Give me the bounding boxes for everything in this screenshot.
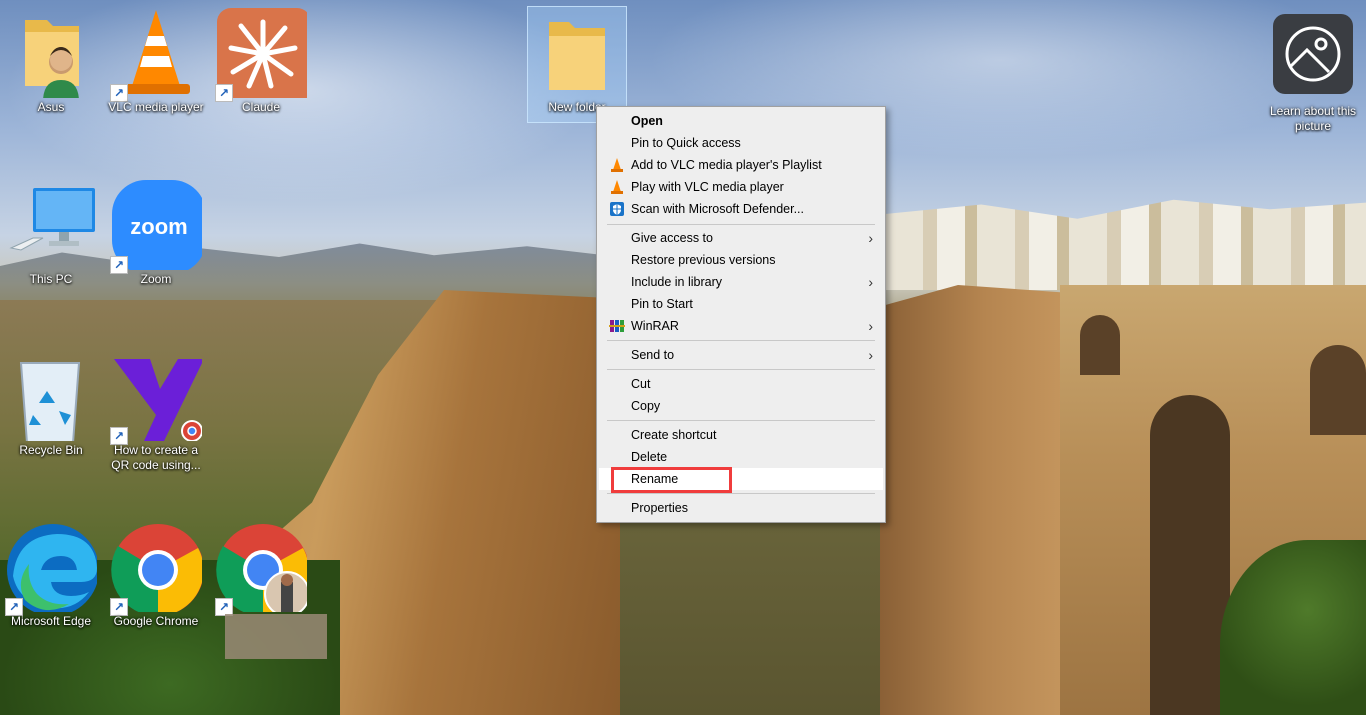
desktop-icon-label: This PC — [29, 272, 73, 286]
vlc-cone-icon — [611, 158, 623, 172]
desktop-icon-claude[interactable]: ↗ Claude — [211, 0, 311, 120]
menu-item-restore-versions[interactable]: Restore previous versions — [599, 249, 883, 271]
chevron-right-icon: › — [868, 347, 873, 363]
folder-icon — [549, 22, 605, 90]
desktop-icon-label: Google Chrome — [113, 614, 199, 628]
menu-item-pin-start[interactable]: Pin to Start — [599, 293, 883, 315]
menu-item-properties[interactable]: Properties — [599, 497, 883, 519]
desktop-icon-label: VLC media player — [108, 100, 204, 114]
context-menu: Open Pin to Quick access Add to VLC medi… — [596, 106, 886, 523]
menu-item-cut[interactable]: Cut — [599, 373, 883, 395]
menu-item-play-vlc[interactable]: Play with VLC media player — [599, 176, 883, 198]
defender-shield-icon — [610, 202, 624, 216]
learn-about-picture[interactable]: Learn about this picture — [1266, 14, 1360, 134]
menu-label: Include in library — [631, 275, 723, 289]
blurred-label — [225, 614, 327, 659]
desktop-icon-chrome[interactable]: ↗ Google Chrome — [106, 514, 206, 634]
menu-separator — [607, 420, 875, 421]
menu-label: Add to VLC media player's Playlist — [631, 158, 822, 172]
menu-item-include-library[interactable]: Include in library › — [599, 271, 883, 293]
chevron-right-icon: › — [868, 318, 873, 334]
winrar-books-icon — [609, 320, 625, 332]
menu-label: Properties — [631, 501, 688, 515]
menu-item-delete[interactable]: Delete — [599, 446, 883, 468]
menu-item-scan-defender[interactable]: Scan with Microsoft Defender... — [599, 198, 883, 220]
desktop-icon-qr-shortcut[interactable]: ↗ How to create a QR code using... — [106, 343, 206, 472]
menu-label: Create shortcut — [631, 428, 717, 442]
menu-separator — [607, 340, 875, 341]
menu-label: Pin to Quick access — [631, 136, 741, 150]
rename-highlight-box — [611, 467, 732, 493]
menu-label: Scan with Microsoft Defender... — [631, 202, 804, 216]
menu-item-add-vlc-playlist[interactable]: Add to VLC media player's Playlist — [599, 154, 883, 176]
menu-item-give-access[interactable]: Give access to › — [599, 227, 883, 249]
desktop-icon-zoom[interactable]: zoom ↗ Zoom — [106, 172, 206, 292]
recycle-bin-icon — [19, 362, 81, 441]
desktop-icon-edge[interactable]: ↗ Microsoft Edge — [1, 514, 101, 634]
desktop-icon-this-pc[interactable]: This PC — [1, 172, 101, 292]
desktop-icon-recycle-bin[interactable]: Recycle Bin — [1, 343, 101, 463]
menu-item-create-shortcut[interactable]: Create shortcut — [599, 424, 883, 446]
menu-item-pin-quick-access[interactable]: Pin to Quick access — [599, 132, 883, 154]
menu-item-send-to[interactable]: Send to › — [599, 344, 883, 366]
desktop-icon-label: How to create a QR code using... — [111, 443, 201, 472]
camera-pin-icon — [1285, 26, 1341, 82]
desktop-icon-vlc[interactable]: ↗ VLC media player — [106, 0, 206, 120]
zoom-logo-text: zoom — [130, 214, 187, 239]
desktop-icon-label: Zoom — [140, 272, 172, 286]
menu-label: Send to — [631, 348, 675, 362]
vlc-cone-icon — [611, 180, 623, 194]
desktop-icon-label: Asus — [37, 100, 65, 114]
desktop-icon-label: Claude — [241, 100, 281, 114]
menu-label: Copy — [631, 399, 661, 413]
menu-item-winrar[interactable]: WinRAR › — [599, 315, 883, 337]
learn-badge[interactable] — [1273, 14, 1353, 94]
chevron-right-icon: › — [868, 274, 873, 290]
desktop-icon-label: Recycle Bin — [19, 443, 83, 457]
menu-separator — [607, 224, 875, 225]
desktop-icon-asus[interactable]: Asus — [1, 0, 101, 120]
menu-label: Delete — [631, 450, 668, 464]
menu-label: Cut — [631, 377, 651, 391]
wallpaper-town — [885, 199, 1366, 290]
menu-label: WinRAR — [631, 319, 679, 333]
menu-label: Play with VLC media player — [631, 180, 784, 194]
menu-separator — [607, 493, 875, 494]
menu-label: Open — [631, 114, 663, 128]
menu-label: Restore previous versions — [631, 253, 776, 267]
menu-item-open[interactable]: Open — [599, 110, 883, 132]
chevron-right-icon: › — [868, 230, 873, 246]
desktop-icon-new-folder[interactable]: New folder — [527, 0, 627, 120]
menu-item-copy[interactable]: Copy — [599, 395, 883, 417]
menu-label: Pin to Start — [631, 297, 693, 311]
desktop-icon-label: Microsoft Edge — [10, 614, 92, 628]
menu-label: Give access to — [631, 231, 713, 245]
user-folder-icon — [25, 20, 79, 98]
computer-icon — [9, 188, 95, 251]
desktop[interactable]: Asus ↗ VLC media player ↗ Claude New fol… — [0, 0, 1366, 715]
learn-about-label: Learn about this picture — [1269, 104, 1357, 133]
menu-separator — [607, 369, 875, 370]
